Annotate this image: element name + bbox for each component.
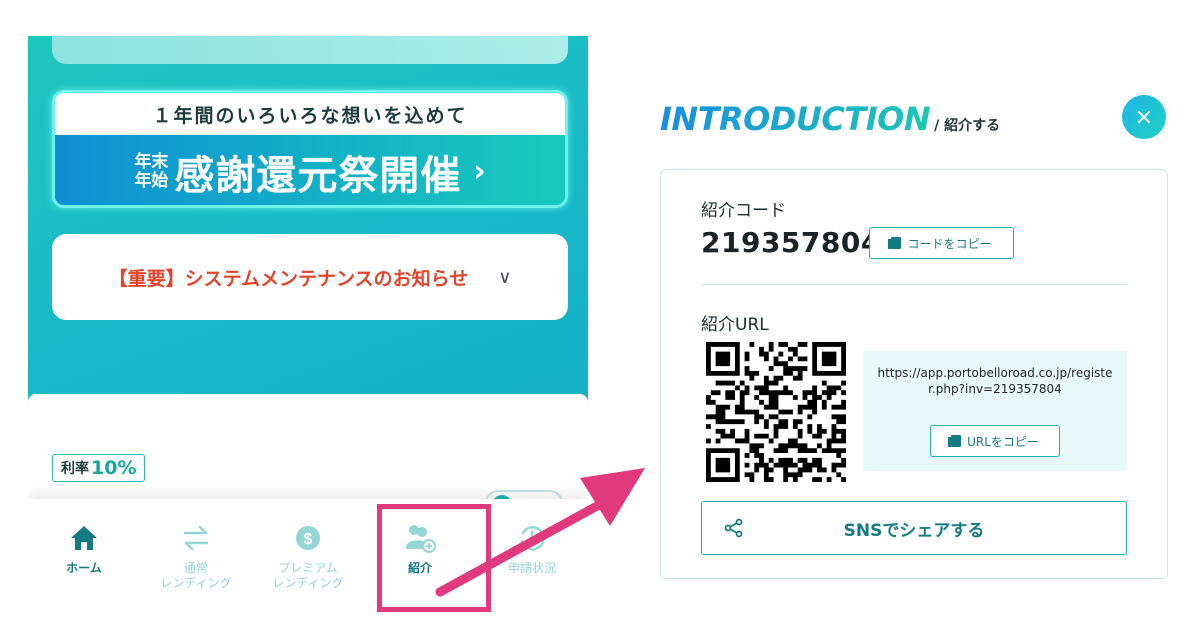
- highlight-referral-tab: [377, 504, 491, 612]
- banner-small-1: 年末: [134, 151, 169, 172]
- swap-arrows-icon: [181, 521, 211, 555]
- svg-text:$: $: [304, 531, 313, 548]
- url-box: https://app.portobelloroad.co.jp/registe…: [863, 351, 1127, 471]
- banner-main: 年末 年始 感謝還元祭開催 ›: [55, 135, 565, 205]
- sns-share-label: SNSでシェアする: [843, 520, 985, 541]
- nav-application-status[interactable]: 申請状況: [476, 499, 588, 594]
- nav-status-label: 申請状況: [507, 561, 556, 575]
- rate-label: 利率: [61, 461, 89, 477]
- referral-url-label: 紹介URL: [701, 315, 769, 335]
- home-icon: [69, 521, 99, 555]
- dollar-coin-icon: $: [294, 521, 322, 555]
- clock-history-icon: [517, 521, 547, 555]
- maintenance-notice[interactable]: 【重要】システムメンテナンスのお知らせ ∨: [52, 234, 568, 320]
- nav-home[interactable]: ホーム: [28, 499, 140, 594]
- notice-text: 【重要】システムメンテナンスのお知らせ: [108, 267, 469, 290]
- close-icon: ×: [1134, 104, 1154, 130]
- share-icon: [724, 518, 743, 538]
- copy-icon: [888, 237, 902, 249]
- nav-premium-lending[interactable]: $ プレミアム レンディング: [252, 499, 364, 594]
- app-screenshot: １年間のいろいろな想いを込めて 年末 年始 感謝還元祭開催 › 【重要】システム…: [28, 36, 588, 594]
- referral-card: 紹介コード 219357804 コードをコピー 紹介URL https://ap…: [660, 169, 1168, 579]
- top-card: [52, 36, 568, 64]
- modal-title-jp: / 紹介する: [934, 118, 1001, 134]
- banner-small-2: 年始: [134, 170, 169, 191]
- nav-premium-label: プレミアム レンディング: [272, 561, 344, 590]
- divider: [701, 284, 1127, 285]
- sns-share-button[interactable]: SNSでシェアする: [701, 501, 1127, 555]
- chevron-down-icon: ∨: [498, 266, 512, 288]
- referral-url: https://app.portobelloroad.co.jp/registe…: [877, 366, 1113, 396]
- close-button[interactable]: ×: [1122, 95, 1166, 139]
- copy-icon: [948, 435, 962, 447]
- modal-title-en: INTRODUCTION: [660, 100, 931, 138]
- copy-url-button[interactable]: URLをコピー: [930, 425, 1060, 457]
- chevron-right-icon: ›: [473, 154, 486, 189]
- nav-lending[interactable]: 通常 レンディング: [140, 499, 252, 594]
- copy-url-label: URLをコピー: [967, 434, 1039, 449]
- rate-badge: 利率 10%: [52, 454, 146, 482]
- banner-small-text: 年末 年始: [134, 151, 169, 191]
- banner-title: 感謝還元祭開催: [174, 152, 462, 199]
- copy-code-button[interactable]: コードをコピー: [869, 227, 1014, 259]
- nav-home-label: ホーム: [66, 561, 102, 575]
- bottom-navigation: ホーム 通常 レンディング $ プレミアム レンディング 紹介 申請状況: [28, 499, 588, 594]
- copy-code-label: コードをコピー: [907, 236, 992, 251]
- qr-code: [706, 342, 846, 482]
- campaign-banner[interactable]: １年間のいろいろな想いを込めて 年末 年始 感謝還元祭開催 ›: [52, 90, 568, 208]
- referral-code-value: 219357804: [701, 226, 881, 259]
- referral-code-label: 紹介コード: [701, 201, 786, 221]
- rate-value: 10%: [91, 457, 137, 479]
- modal-title: INTRODUCTION / 紹介する: [660, 100, 1000, 138]
- nav-lending-label: 通常 レンディング: [160, 561, 232, 590]
- banner-subtitle: １年間のいろいろな想いを込めて: [55, 93, 565, 135]
